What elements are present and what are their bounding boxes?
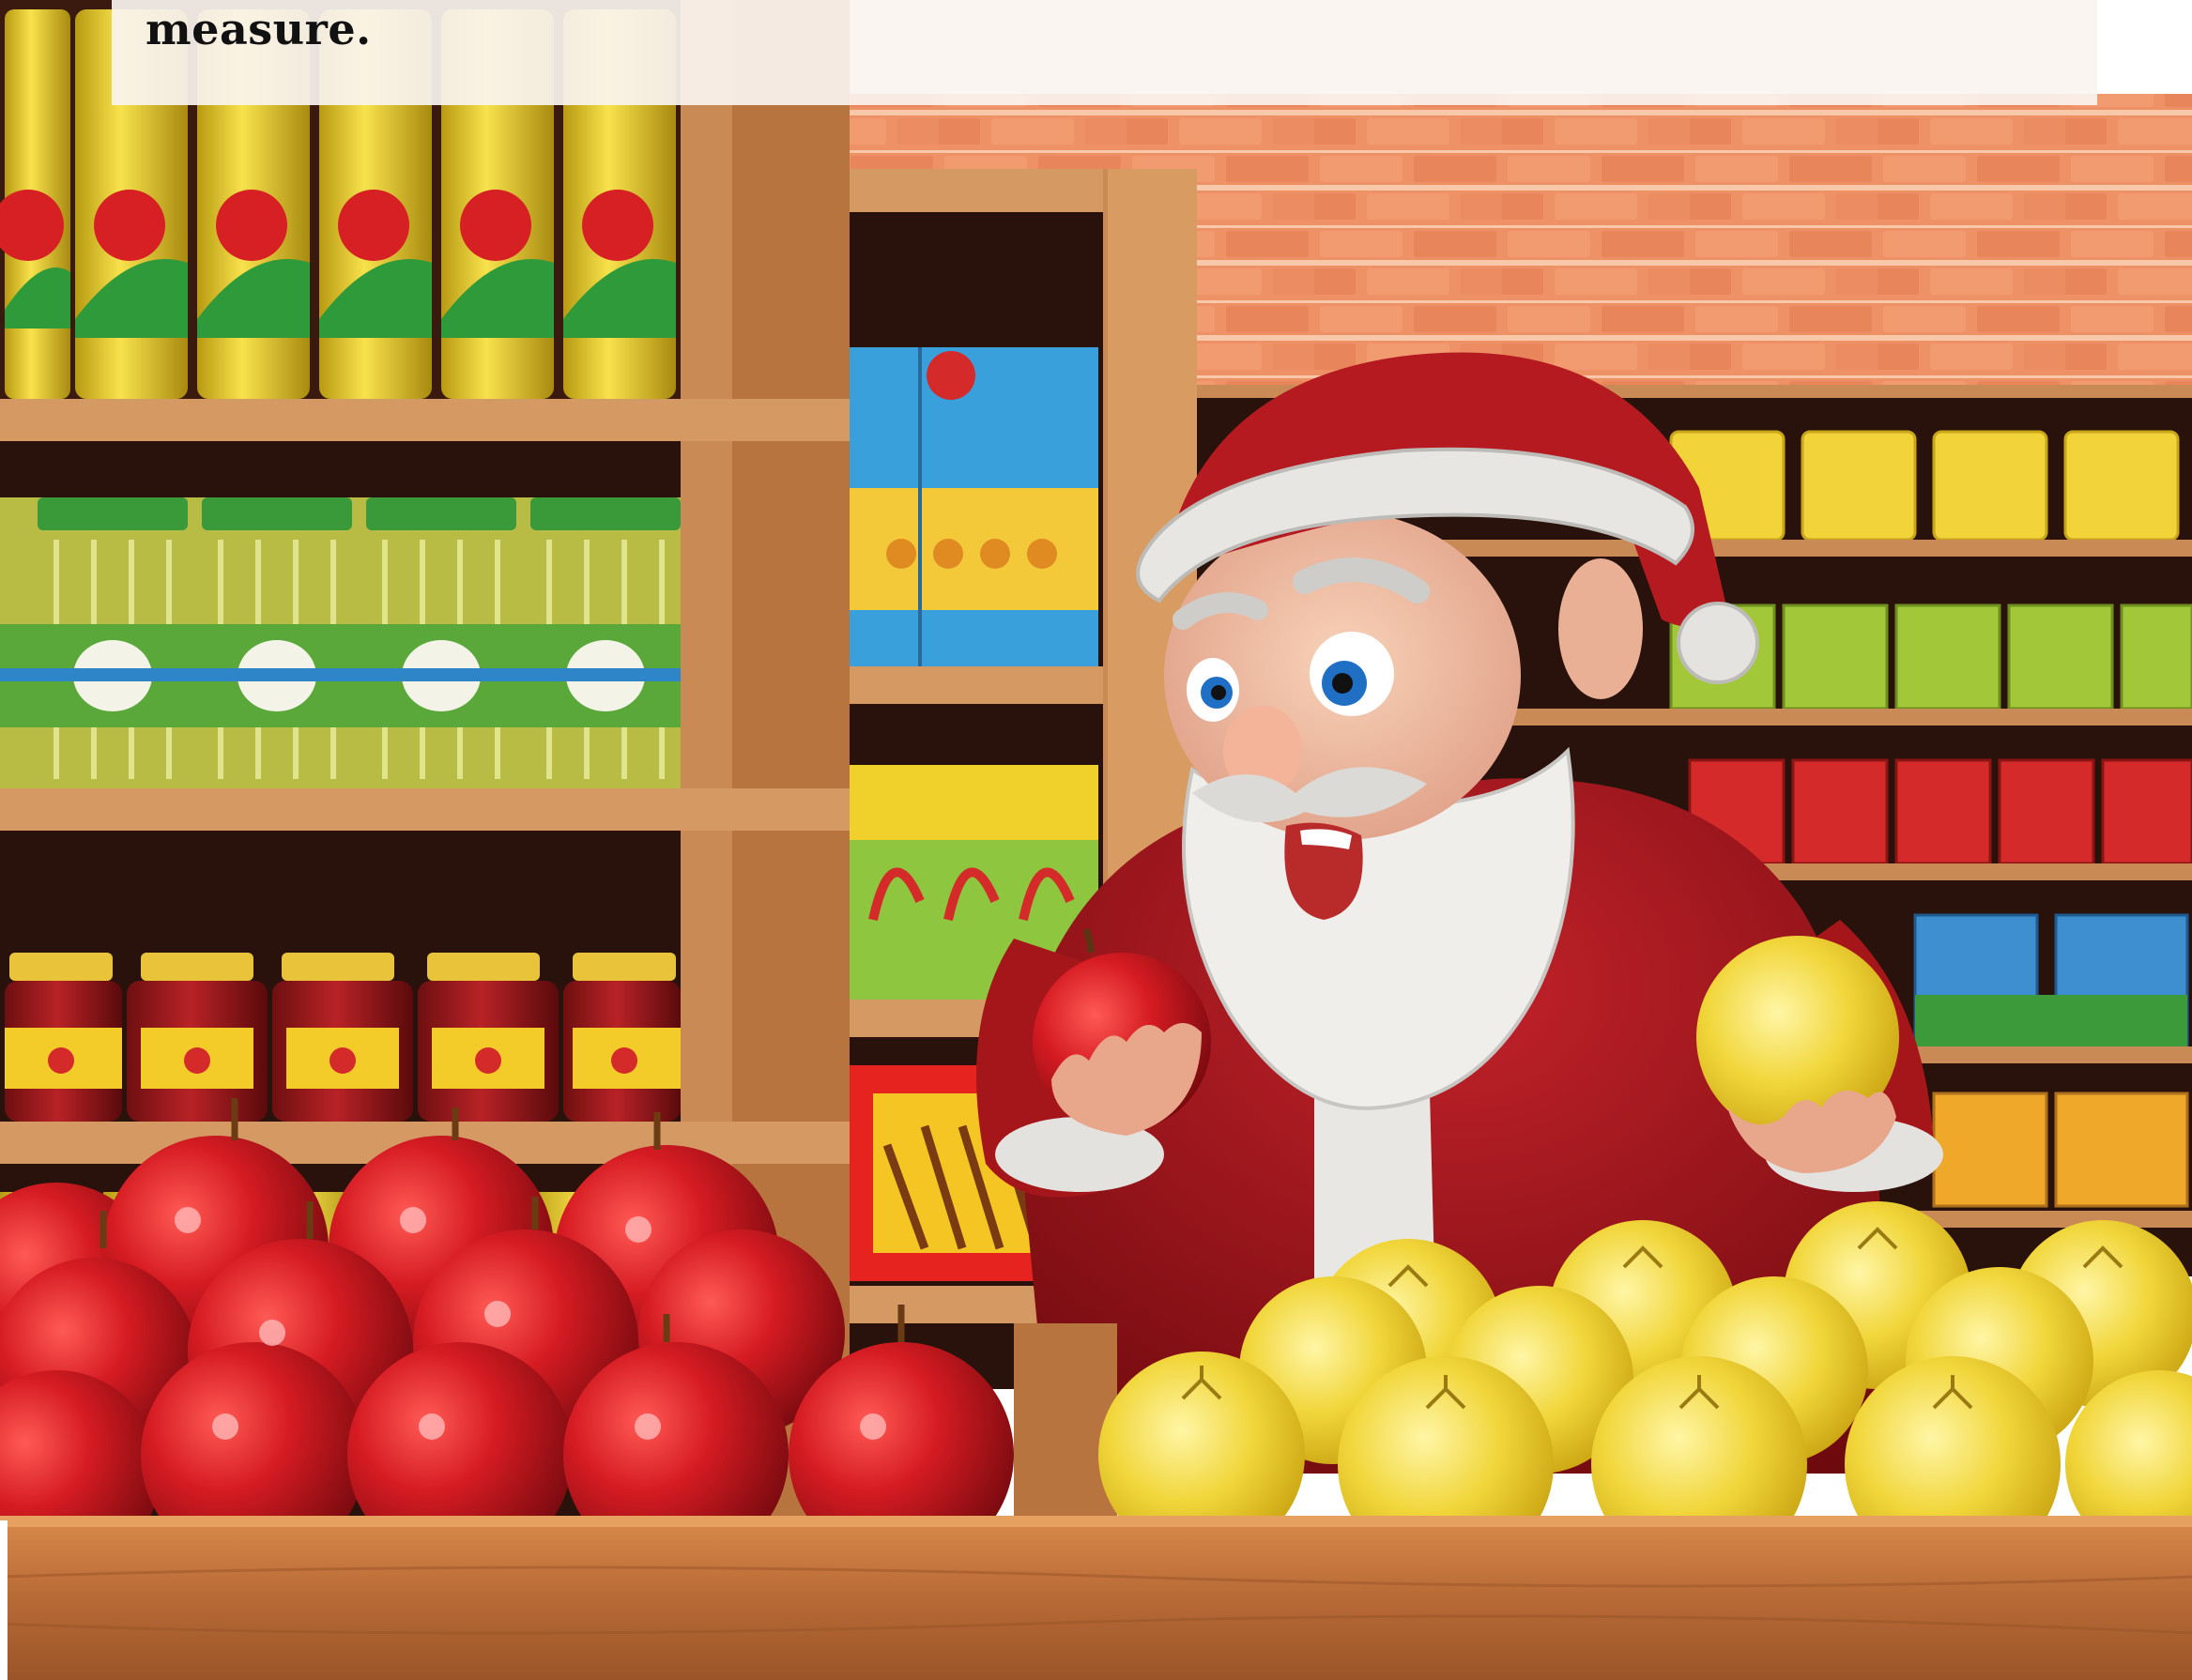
illustration-scene: [0, 0, 2192, 1680]
crate-divider: [1014, 1323, 1117, 1520]
caption-banner: [112, 0, 2097, 105]
wooden-counter: [0, 1516, 2192, 1680]
caption-text: measure.: [146, 4, 372, 54]
